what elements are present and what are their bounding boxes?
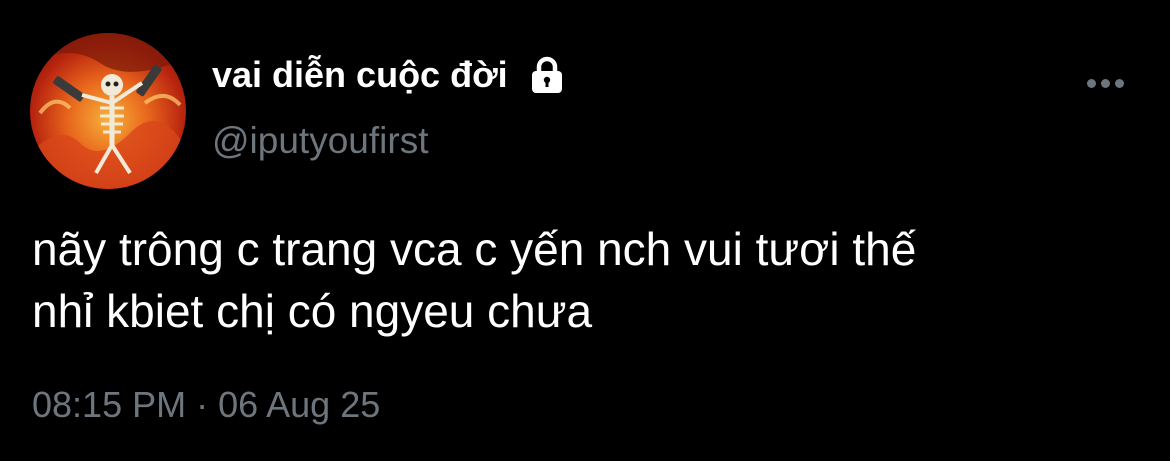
skeleton-avatar-icon xyxy=(30,33,186,189)
author-name-row: vai diễn cuộc đời xyxy=(212,52,568,98)
user-handle[interactable]: @iputyoufirst xyxy=(212,118,428,164)
more-options-button[interactable] xyxy=(1080,68,1130,98)
more-options-icon-dot xyxy=(1100,78,1110,88)
display-name[interactable]: vai diễn cuộc đời xyxy=(212,52,508,98)
more-options-icon-dot xyxy=(1114,78,1124,88)
tweet-text-line: nhỉ kbiet chị có ngyeu chưa xyxy=(32,285,593,337)
avatar[interactable] xyxy=(30,33,186,189)
tweet-text: nãy trông c trang vca c yến nch vui tươi… xyxy=(32,218,1152,342)
lock-icon xyxy=(531,56,562,93)
tweet-card: vai diễn cuộc đời @iputyoufirst nãy trôn… xyxy=(0,0,1170,461)
tweet-timestamp[interactable]: 08:15 PM · 06 Aug 25 xyxy=(32,380,380,430)
more-options-icon xyxy=(1086,78,1096,88)
tweet-text-line: nãy trông c trang vca c yến nch vui tươi… xyxy=(32,223,917,275)
